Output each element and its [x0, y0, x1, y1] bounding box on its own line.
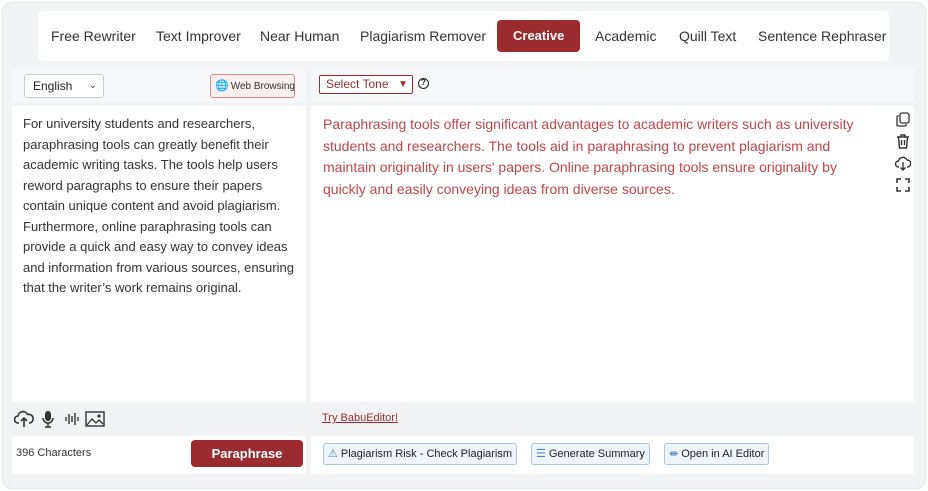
- tab-free-rewriter[interactable]: Free Rewriter: [51, 11, 136, 61]
- warning-icon: ⚠: [328, 448, 338, 460]
- language-select[interactable]: English ⌄: [24, 74, 104, 98]
- image-icon[interactable]: [85, 410, 105, 433]
- output-toolbar: Select Tone ▼ ?: [311, 69, 914, 102]
- editor-icon: ⇼: [669, 448, 679, 460]
- tone-select[interactable]: Select Tone ▼: [319, 75, 413, 94]
- web-browsing-label: Web Browsing: [230, 81, 295, 92]
- chevron-down-icon: ▼: [398, 79, 408, 90]
- fullscreen-icon[interactable]: [895, 178, 911, 195]
- output-text: Paraphrasing tools offer significant adv…: [323, 116, 854, 197]
- check-plagiarism-label: Plagiarism Risk - Check Plagiarism: [340, 448, 513, 460]
- output-footer: ⚠ Plagiarism Risk - Check Plagiarism ☰ Gen…: [311, 436, 914, 474]
- input-tools: [12, 406, 306, 434]
- tab-text-improver[interactable]: Text Improver: [156, 11, 241, 61]
- language-value: English: [33, 79, 73, 93]
- help-icon[interactable]: ?: [418, 78, 429, 89]
- tone-value: Select Tone: [326, 77, 389, 91]
- tab-sentence-rephraser[interactable]: Sentence Rephraser: [758, 11, 886, 61]
- tab-near-human[interactable]: Near Human: [260, 11, 339, 61]
- web-browsing-button[interactable]: 🌐 Web Browsing: [210, 74, 295, 98]
- input-toolbar: English ⌄ 🌐 Web Browsing: [12, 69, 306, 102]
- tab-quill-text[interactable]: Quill Text: [679, 11, 736, 61]
- audio-wave-icon[interactable]: [64, 410, 80, 433]
- output-panel: Paraphrasing tools offer significant adv…: [311, 106, 914, 402]
- download-cloud-icon[interactable]: [894, 156, 912, 174]
- mode-tabs: Free Rewriter Text Improver Near Human P…: [38, 11, 889, 61]
- input-textarea[interactable]: For university students and researchers,…: [23, 114, 298, 299]
- tab-creative[interactable]: Creative: [497, 20, 581, 52]
- upload-cloud-icon[interactable]: [13, 410, 34, 433]
- microphone-icon[interactable]: [41, 410, 55, 433]
- generate-summary-button[interactable]: ☰ Generate Summary: [531, 443, 650, 465]
- open-ai-editor-button[interactable]: ⇼ Open in AI Editor: [664, 443, 770, 465]
- character-count: 396 Characters: [16, 447, 92, 459]
- try-babueditor-link[interactable]: Try BabuEditor!: [322, 412, 398, 424]
- paraphrase-button[interactable]: Paraphrase: [191, 440, 303, 467]
- chevron-down-icon: ⌄: [88, 80, 97, 91]
- globe-icon: 🌐: [215, 80, 229, 92]
- input-footer: 396 Characters Paraphrase: [12, 436, 306, 474]
- tab-plagiarism-remover[interactable]: Plagiarism Remover: [360, 11, 486, 61]
- copy-icon[interactable]: [895, 112, 911, 130]
- generate-summary-label: Generate Summary: [548, 448, 645, 460]
- open-ai-editor-label: Open in AI Editor: [681, 448, 765, 460]
- tab-academic[interactable]: Academic: [595, 11, 656, 61]
- check-plagiarism-button[interactable]: ⚠ Plagiarism Risk - Check Plagiarism: [323, 443, 518, 465]
- input-panel: For university students and researchers,…: [12, 106, 306, 402]
- trash-icon[interactable]: [895, 134, 911, 152]
- summary-lines-icon: ☰: [536, 448, 546, 460]
